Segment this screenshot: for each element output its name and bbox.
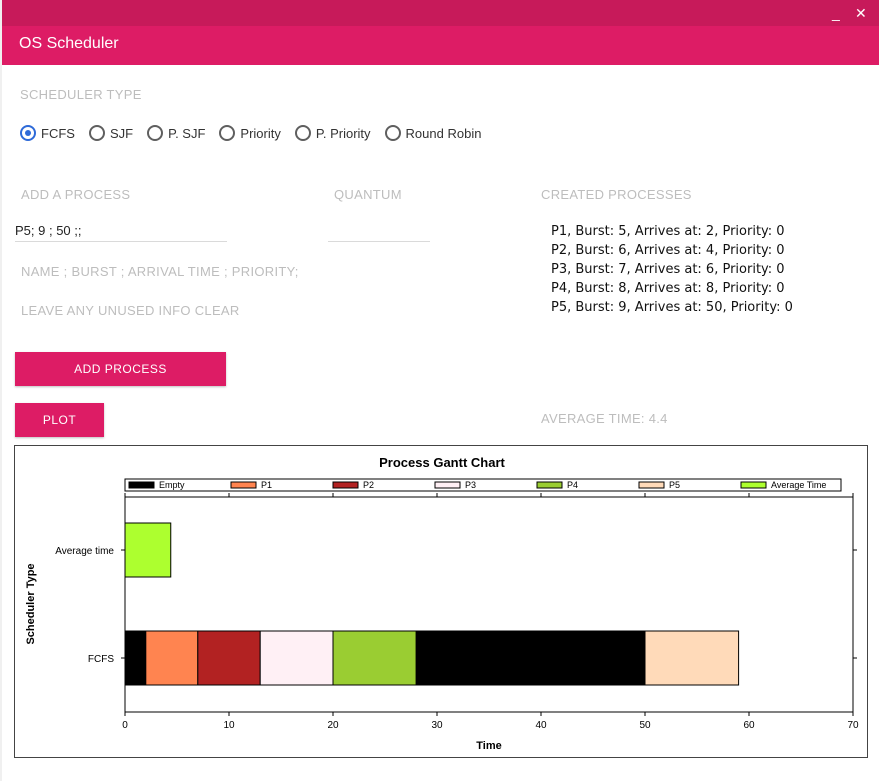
add-process-label: ADD A PROCESS	[21, 187, 131, 202]
legend-swatch-p4	[536, 481, 563, 489]
legend-label-p1: P1	[261, 480, 272, 490]
format-hint: NAME ; BURST ; ARRIVAL TIME ; PRIORITY;	[21, 264, 299, 279]
legend-label-empty: Empty	[159, 480, 185, 490]
x-tick-label: 20	[327, 720, 339, 731]
title-bar: _ ✕ OS Scheduler	[2, 0, 879, 65]
quantum-input[interactable]	[328, 223, 430, 242]
radio-label: Round Robin	[405, 125, 482, 141]
gantt-chart: Process Gantt Chart Empty P1 P2 P3 P4 P5 Avera…	[25, 455, 859, 752]
radio-label: P. Priority	[315, 125, 371, 141]
title-strip	[2, 0, 879, 26]
radio-circle-icon	[294, 125, 311, 141]
legend-swatch-p2	[332, 481, 359, 489]
radio-sjf[interactable]: SJF	[88, 125, 134, 141]
radio-round-robin[interactable]: Round Robin	[384, 125, 482, 141]
legend-label-p2: P2	[363, 480, 374, 490]
radio-label: FCFS	[41, 125, 75, 141]
legend-label-average-time: Average Time	[771, 480, 826, 490]
process-item: P4, Burst: 8, Arrives at: 8, Priority: 0	[551, 281, 785, 296]
radio-circle-icon	[20, 125, 36, 141]
minimize-icon[interactable]: _	[832, 5, 840, 21]
x-tick-label: 70	[847, 720, 859, 731]
bar-average-time-average-time	[124, 522, 172, 578]
average-time-label: AVERAGE TIME: 4.4	[541, 411, 668, 426]
radio-p-sjf[interactable]: P. SJF	[147, 125, 205, 141]
x-tick-label: 0	[122, 720, 128, 731]
bar-fcfs-empty	[415, 630, 646, 686]
radio-label: Priority	[240, 125, 281, 141]
bar-fcfs-p1	[145, 630, 199, 686]
bar-fcfs-p5	[644, 630, 740, 686]
legend-swatch-empty	[128, 481, 155, 489]
radio-fcfs[interactable]: FCFS	[20, 125, 75, 141]
radio-circle-icon	[88, 125, 105, 141]
radio-circle-icon	[384, 125, 401, 141]
radio-priority[interactable]: Priority	[219, 125, 281, 141]
legend-swatch-p1	[230, 481, 257, 489]
created-processes-list: P1, Burst: 5, Arrives at: 2, Priority: 0…	[551, 222, 793, 317]
bar-fcfs-p2	[197, 630, 261, 686]
radio-label: P. SJF	[168, 125, 206, 141]
radio-p-priority[interactable]: P. Priority	[294, 125, 371, 141]
radio-circle-icon	[219, 125, 236, 141]
legend-label-p4: P4	[567, 480, 578, 490]
add-process-button[interactable]: ADD PROCESS	[15, 352, 226, 386]
x-tick-label: 60	[743, 720, 755, 731]
process-item: P3, Burst: 7, Arrives at: 6, Priority: 0	[551, 262, 785, 277]
process-input[interactable]	[15, 223, 227, 242]
radio-label: SJF	[109, 125, 134, 141]
x-tick-label: 50	[639, 720, 651, 731]
bar-fcfs-p3	[259, 630, 334, 686]
gantt-chart-panel: Process Gantt Chart Empty P1 P2 P3 P4 P5 Avera…	[14, 445, 868, 758]
unused-info-hint: LEAVE ANY UNUSED INFO CLEAR	[21, 303, 240, 318]
x-tick-label: 30	[431, 720, 443, 731]
process-item: P2, Burst: 6, Arrives at: 4, Priority: 0	[551, 243, 785, 258]
y-tick-label-average-time: Average time	[55, 546, 114, 557]
close-icon[interactable]: ✕	[855, 5, 867, 21]
legend-swatch-p3	[434, 481, 461, 489]
app-title: OS Scheduler	[19, 35, 119, 52]
legend-label-p5: P5	[669, 480, 680, 490]
process-item: P1, Burst: 5, Arrives at: 2, Priority: 0	[551, 224, 785, 239]
chart-legend: Empty P1 P2 P3 P4 P5 Average Time	[124, 478, 842, 492]
scheduler-type-radio-group: FCFS SJF P. SJF Priority P. Priority Rou…	[20, 122, 495, 144]
plot-button[interactable]: PLOT	[15, 403, 104, 437]
radio-circle-icon	[147, 125, 164, 141]
x-tick-label: 10	[223, 720, 235, 731]
chart-title: Process Gantt Chart	[379, 455, 505, 470]
x-axis-label: Time	[476, 740, 501, 752]
bar-fcfs-empty	[124, 630, 147, 686]
x-tick-label: 40	[535, 720, 547, 731]
app-window: _ ✕ OS Scheduler SCHEDULER TYPE FCFS SJF…	[2, 0, 879, 781]
legend-swatch-average-time	[740, 481, 767, 489]
legend-label-p3: P3	[465, 480, 476, 490]
created-processes-label: CREATED PROCESSES	[541, 187, 692, 202]
y-tick-label-fcfs: FCFS	[88, 654, 114, 665]
process-item: P5, Burst: 9, Arrives at: 50, Priority: …	[551, 300, 793, 315]
quantum-label: QUANTUM	[334, 187, 402, 202]
bar-fcfs-p4	[332, 630, 417, 686]
legend-swatch-p5	[638, 481, 665, 489]
y-axis-label: Scheduler Type	[25, 563, 37, 644]
scheduler-type-label: SCHEDULER TYPE	[20, 87, 142, 102]
